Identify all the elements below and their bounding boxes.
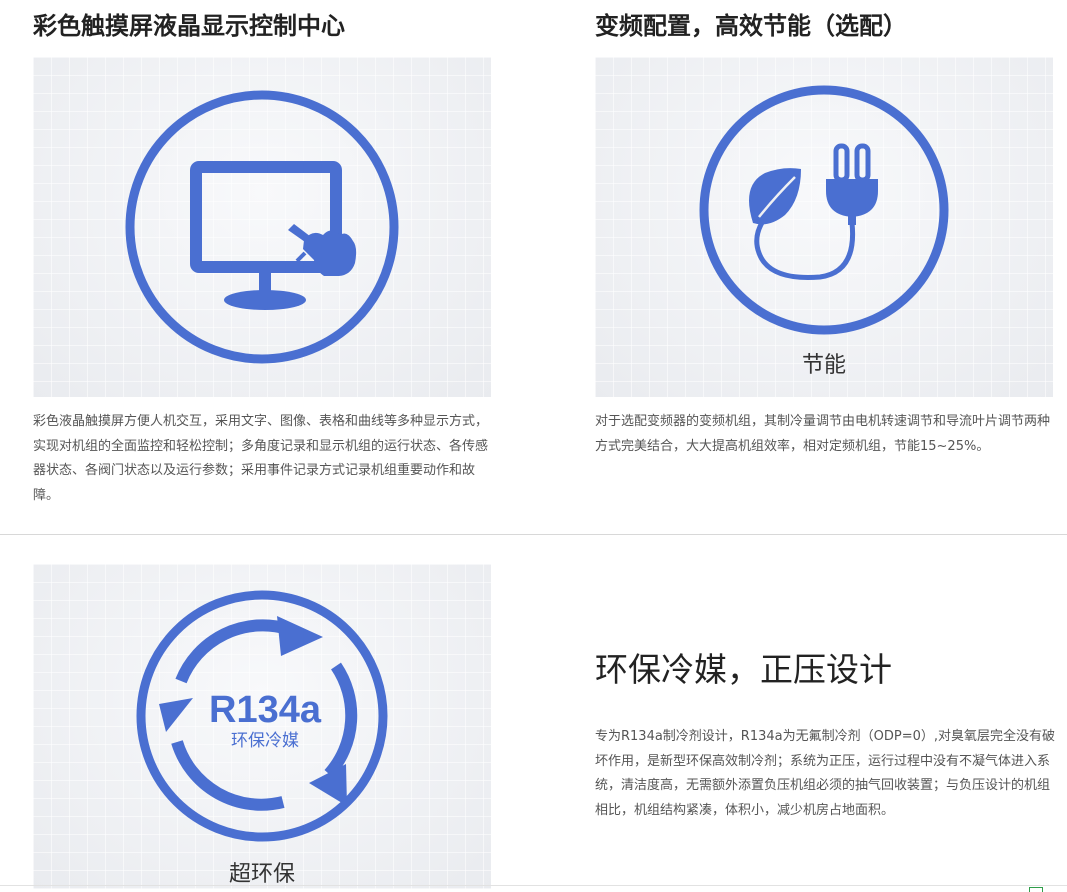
refrigerant-image-panel: R134a 环保冷媒 超环保: [33, 564, 491, 889]
refrigerant-caption: 超环保: [228, 862, 295, 887]
touchscreen-description: 彩色液晶触摸屏方便人机交互，采用文字、图像、表格和曲线等多种显示方式，实现对机组…: [33, 414, 489, 503]
refrigerant-badge-sub: 环保冷媒: [231, 731, 299, 751]
refrigerant-badge-main: R134a: [209, 689, 322, 731]
monitor-touch-icon: [125, 90, 399, 364]
page-bottom-line: [0, 885, 1067, 886]
energy-image-panel: 节能: [595, 57, 1053, 397]
refrigerant-section-title: 环保冷媒，正压设计: [595, 650, 892, 689]
touchscreen-image-panel: [33, 57, 491, 397]
energy-description: 对于选配变频器的变频机组，其制冷量调节由电机转速调节和导流叶片调节两种方式完美结…: [595, 414, 1051, 454]
corner-tab-icon: [1029, 887, 1043, 892]
energy-caption: 节能: [801, 353, 846, 378]
section-divider: [0, 534, 1067, 535]
energy-section-title: 变频配置，高效节能（选配）: [595, 12, 907, 40]
recycle-arrows-icon: R134a 环保冷媒: [136, 590, 388, 842]
refrigerant-description: 专为R134a制冷剂设计，R134a为无氟制冷剂（ODP=0）,对臭氧层完全没有…: [595, 729, 1056, 818]
leaf-plug-icon: [699, 85, 949, 335]
touchscreen-section-title: 彩色触摸屏液晶显示控制中心: [33, 12, 345, 40]
